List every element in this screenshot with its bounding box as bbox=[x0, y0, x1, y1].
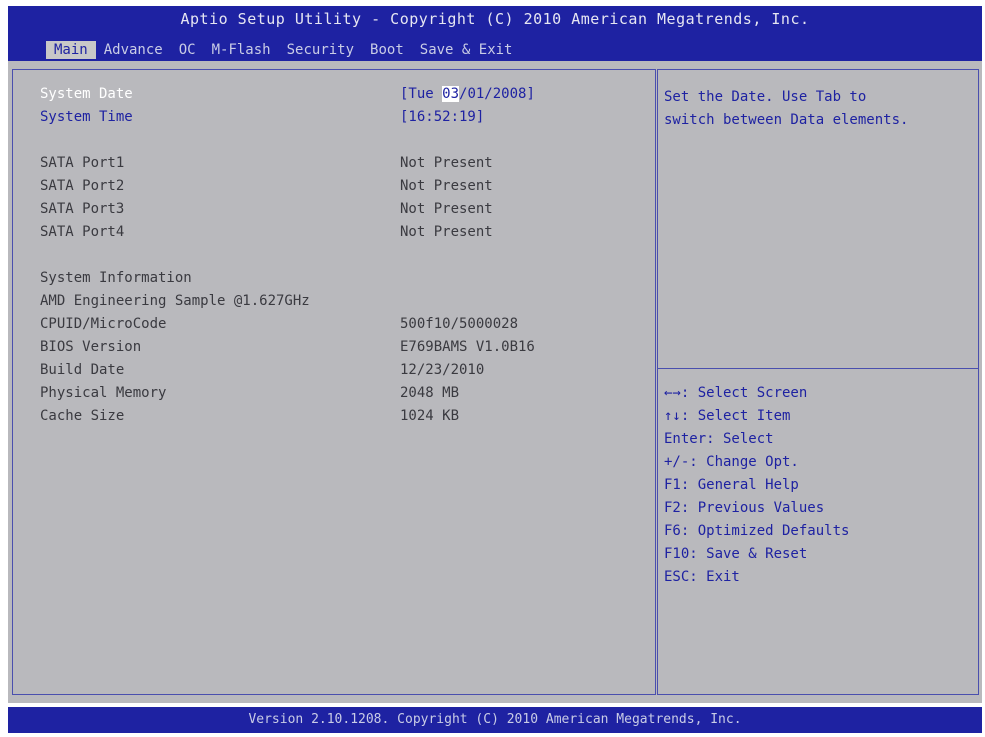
system-time-value[interactable]: [16:52:19] bbox=[400, 109, 484, 125]
bios-version-label: BIOS Version bbox=[40, 339, 142, 355]
system-info-heading-row: System Information bbox=[40, 270, 640, 292]
bios-version-value: E769BAMS V1.0B16 bbox=[400, 339, 535, 355]
sata-port2-value: Not Present bbox=[400, 178, 493, 194]
cpu-info: AMD Engineering Sample @1.627GHz bbox=[40, 293, 310, 309]
sata-port4-row: SATA Port4 Not Present bbox=[40, 224, 640, 246]
header-bar: Aptio Setup Utility - Copyright (C) 2010… bbox=[8, 6, 982, 61]
key-previous-values: F2: Previous Values bbox=[664, 500, 825, 516]
content-area: System Date [Tue 03/01/2008] System Time… bbox=[8, 61, 982, 703]
key-enter-select: Enter: Select bbox=[664, 431, 774, 447]
cache-size-row: Cache Size 1024 KB bbox=[40, 408, 640, 430]
tab-boot[interactable]: Boot bbox=[362, 41, 412, 59]
tab-save-exit[interactable]: Save & Exit bbox=[412, 41, 521, 59]
physical-memory-row: Physical Memory 2048 MB bbox=[40, 385, 640, 407]
build-date-label: Build Date bbox=[40, 362, 125, 378]
sata-port4-label: SATA Port4 bbox=[40, 224, 125, 240]
date-prefix: [Tue bbox=[400, 86, 443, 102]
help-text: Set the Date. Use Tab to switch between … bbox=[664, 86, 964, 132]
sata-port2-label: SATA Port2 bbox=[40, 178, 125, 194]
bios-screen: Aptio Setup Utility - Copyright (C) 2010… bbox=[0, 0, 985, 737]
sata-port1-label: SATA Port1 bbox=[40, 155, 125, 171]
key-select-item: ↑↓: Select Item bbox=[664, 408, 791, 424]
system-time-label: System Time bbox=[40, 109, 133, 125]
system-time-row[interactable]: System Time [16:52:19] bbox=[40, 109, 640, 131]
tab-oc[interactable]: OC bbox=[171, 41, 204, 59]
sata-port2-row: SATA Port2 Not Present bbox=[40, 178, 640, 200]
system-date-row[interactable]: System Date [Tue 03/01/2008] bbox=[40, 86, 640, 108]
system-date-label: System Date bbox=[40, 86, 133, 102]
cpuid-label: CPUID/MicroCode bbox=[40, 316, 167, 332]
help-line-2: switch between Data elements. bbox=[664, 112, 909, 128]
cpuid-value: 500f10/5000028 bbox=[400, 316, 519, 332]
cpu-info-row: AMD Engineering Sample @1.627GHz bbox=[40, 293, 640, 315]
settings-panel: System Date [Tue 03/01/2008] System Time… bbox=[12, 69, 656, 695]
sata-port3-row: SATA Port3 Not Present bbox=[40, 201, 640, 223]
physical-memory-label: Physical Memory bbox=[40, 385, 167, 401]
build-date-row: Build Date 12/23/2010 bbox=[40, 362, 640, 384]
key-general-help: F1: General Help bbox=[664, 477, 799, 493]
build-date-value: 12/23/2010 bbox=[400, 362, 485, 378]
cache-size-value: 1024 KB bbox=[400, 408, 460, 424]
key-select-screen: ←→: Select Screen bbox=[664, 385, 808, 401]
help-panel: Set the Date. Use Tab to switch between … bbox=[657, 69, 979, 695]
key-exit: ESC: Exit bbox=[664, 569, 740, 585]
key-legend: ←→: Select Screen ↑↓: Select Item Enter:… bbox=[664, 382, 849, 589]
cache-size-label: Cache Size bbox=[40, 408, 125, 424]
date-month-cursor[interactable]: 03 bbox=[442, 86, 460, 102]
tab-advance[interactable]: Advance bbox=[96, 41, 171, 59]
sata-port3-value: Not Present bbox=[400, 201, 493, 217]
sata-port3-label: SATA Port3 bbox=[40, 201, 125, 217]
physical-memory-value: 2048 MB bbox=[400, 385, 460, 401]
system-date-value[interactable]: [Tue 03/01/2008] bbox=[400, 86, 535, 102]
tab-m-flash[interactable]: M-Flash bbox=[204, 41, 279, 59]
date-suffix: /01/2008] bbox=[459, 86, 535, 102]
footer-bar: Version 2.10.1208. Copyright (C) 2010 Am… bbox=[8, 707, 982, 733]
help-divider bbox=[658, 368, 978, 369]
tab-security[interactable]: Security bbox=[279, 41, 362, 59]
tab-main[interactable]: Main bbox=[46, 41, 96, 59]
sata-port1-value: Not Present bbox=[400, 155, 493, 171]
sata-port4-value: Not Present bbox=[400, 224, 493, 240]
window-title: Aptio Setup Utility - Copyright (C) 2010… bbox=[180, 10, 810, 28]
bios-version-row: BIOS Version E769BAMS V1.0B16 bbox=[40, 339, 640, 361]
menu-tabs: Main Advance OC M-Flash Security Boot Sa… bbox=[46, 41, 520, 59]
key-save-reset: F10: Save & Reset bbox=[664, 546, 808, 562]
sata-port1-row: SATA Port1 Not Present bbox=[40, 155, 640, 177]
key-change-opt: +/-: Change Opt. bbox=[664, 454, 799, 470]
system-info-heading: System Information bbox=[40, 270, 192, 286]
help-line-1: Set the Date. Use Tab to bbox=[664, 89, 867, 105]
key-optimized-defaults: F6: Optimized Defaults bbox=[664, 523, 850, 539]
cpuid-row: CPUID/MicroCode 500f10/5000028 bbox=[40, 316, 640, 338]
